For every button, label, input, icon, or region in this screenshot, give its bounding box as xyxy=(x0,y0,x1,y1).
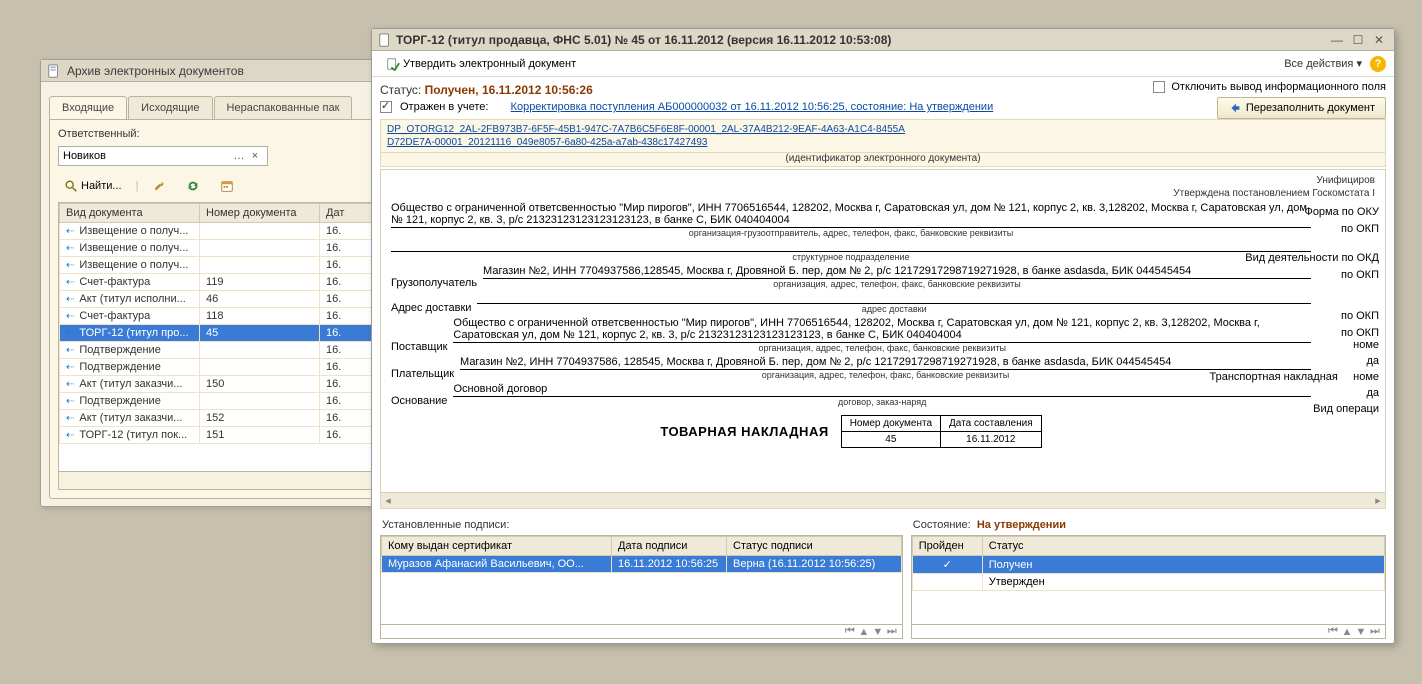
disable-info-checkbox[interactable] xyxy=(1153,81,1165,93)
responsible-field[interactable] xyxy=(63,148,231,164)
status-line: Статус: Получен, 16.11.2012 10:56:26 xyxy=(380,81,1153,99)
signatures-nav[interactable]: ⏮▲▼⏭ xyxy=(380,625,903,639)
print-area-scroll[interactable]: ◂ ▸ xyxy=(380,493,1386,509)
archive-title-text: Архив электронных документов xyxy=(67,64,244,78)
incoming-icon: ⇠ xyxy=(66,328,74,339)
incoming-icon: ⇠ xyxy=(66,294,74,305)
incoming-icon: ⇠ xyxy=(66,362,74,373)
refill-button[interactable]: Перезаполнить документ xyxy=(1217,97,1386,119)
doc-page-icon xyxy=(378,32,392,47)
tab-outgoing[interactable]: Исходящие xyxy=(128,96,212,119)
col-doc-num[interactable]: Номер документа xyxy=(200,204,320,223)
tab-incoming[interactable]: Входящие xyxy=(49,96,127,119)
minimize-button[interactable]: — xyxy=(1328,32,1346,48)
document-title: ТОРГ-12 (титул продавца, ФНС 5.01) № 45 … xyxy=(396,33,891,47)
org-sender: Общество с ограниченной ответсвенностью … xyxy=(391,202,1311,228)
disable-info-label: Отключить вывод информационного поля xyxy=(1171,81,1386,93)
incoming-icon: ⇠ xyxy=(66,243,74,254)
wrench-icon xyxy=(152,179,166,193)
calendar-icon xyxy=(220,179,234,193)
clear-button[interactable]: × xyxy=(247,150,263,162)
col-doc-type[interactable]: Вид документа xyxy=(60,204,200,223)
right-side-boxes: номе да Транспортная накладная номе да В… xyxy=(1210,338,1380,418)
incoming-icon: ⇠ xyxy=(66,277,74,288)
reflect-checkbox[interactable] xyxy=(380,101,392,113)
scroll-left-icon[interactable]: ◂ xyxy=(381,494,395,507)
document-name: ТОВАРНАЯ НАКЛАДНАЯ xyxy=(660,424,828,439)
refresh-button[interactable] xyxy=(180,176,206,196)
document-id-bar: DP_OTORG12_2AL-2FB973B7-6F5F-45B1-947C-7… xyxy=(380,119,1386,153)
state-label: Состояние: На утверждении xyxy=(911,515,1386,535)
doc-icon xyxy=(47,63,61,78)
ellipsis-button[interactable]: … xyxy=(231,150,247,162)
search-icon xyxy=(64,179,78,193)
incoming-icon: ⇠ xyxy=(66,413,74,424)
form-code-labels: Форма по ОКУ по ОКП Вид деятельности по … xyxy=(1245,204,1379,342)
state-grid[interactable]: Пройден Статус ✓ПолученУтвержден xyxy=(911,535,1386,625)
incoming-icon: ⇠ xyxy=(66,379,74,390)
maximize-button[interactable]: ☐ xyxy=(1349,32,1367,48)
responsible-label: Ответственный: xyxy=(58,128,140,140)
document-print-area: Унифициров Утверждена постановлением Гос… xyxy=(380,169,1386,493)
help-button[interactable]: ? xyxy=(1370,56,1386,72)
reflect-label: Отражен в учете: xyxy=(400,101,488,113)
arrow-left-icon xyxy=(1228,101,1242,115)
document-window: ТОРГ-12 (титул продавца, ФНС 5.01) № 45 … xyxy=(371,28,1395,644)
tab-unpacked[interactable]: Нераспакованные пак xyxy=(214,96,353,119)
all-actions-button[interactable]: Все действия ▾ xyxy=(1280,55,1366,72)
refresh-icon xyxy=(186,179,200,193)
reflect-link[interactable]: Корректировка поступления АБ000000032 от… xyxy=(511,101,994,113)
document-toolbar: Утвердить электронный документ Все дейст… xyxy=(372,51,1394,77)
incoming-icon: ⇠ xyxy=(66,345,74,356)
incoming-icon: ⇠ xyxy=(66,260,74,271)
state-row[interactable]: ✓Получен xyxy=(912,556,1384,574)
incoming-icon: ⇠ xyxy=(66,226,74,237)
toolbar-sep: | xyxy=(136,180,139,192)
settings-button[interactable] xyxy=(146,176,172,196)
state-row[interactable]: Утвержден xyxy=(912,574,1384,591)
incoming-icon: ⇠ xyxy=(66,396,74,407)
document-titlebar[interactable]: ТОРГ-12 (титул продавца, ФНС 5.01) № 45 … xyxy=(372,29,1394,51)
approve-button[interactable]: Утвердить электронный документ xyxy=(380,54,582,74)
signature-row[interactable]: Муразов Афанасий Васильевич, ОО... 16.11… xyxy=(382,556,902,573)
signatures-grid[interactable]: Кому выдан сертификат Дата подписи Стату… xyxy=(380,535,903,625)
chevron-down-icon: ▾ xyxy=(1356,58,1362,70)
find-button[interactable]: Найти... xyxy=(58,176,128,196)
approve-icon xyxy=(386,57,400,71)
incoming-icon: ⇠ xyxy=(66,430,74,441)
signatures-label: Установленные подписи: xyxy=(380,515,903,535)
document-number-table: Номер документаДата составления 4516.11.… xyxy=(841,415,1042,448)
responsible-input[interactable]: … × xyxy=(58,146,268,166)
incoming-icon: ⇠ xyxy=(66,311,74,322)
calendar-button[interactable] xyxy=(214,176,240,196)
close-button[interactable]: ✕ xyxy=(1370,32,1388,48)
document-id-caption: (идентификатор электронного документа) xyxy=(380,153,1386,167)
scroll-right-icon[interactable]: ▸ xyxy=(1371,494,1385,507)
state-nav[interactable]: ⏮▲▼⏭ xyxy=(911,625,1386,639)
